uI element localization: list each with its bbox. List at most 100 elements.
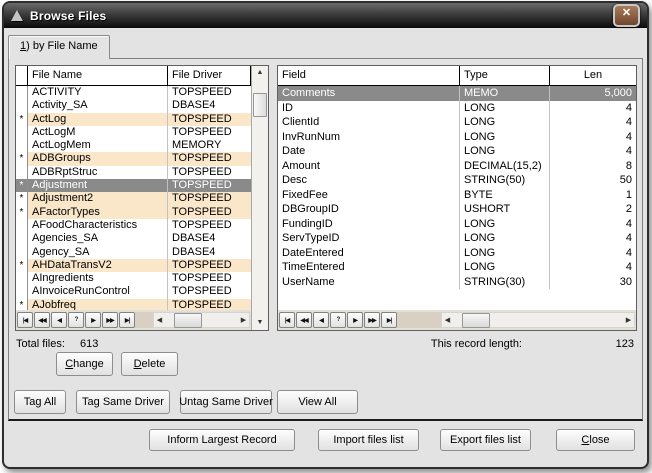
- file-row[interactable]: Agencies_SA DBASE4: [16, 232, 251, 245]
- column-header-field[interactable]: Field: [278, 66, 460, 85]
- vcr-nav-button[interactable]: ?: [68, 312, 84, 328]
- view-all-button[interactable]: View All: [277, 390, 358, 414]
- file-name-cell: AHDataTransV2: [28, 259, 168, 272]
- file-row[interactable]: Agency_SA DBASE4: [16, 246, 251, 259]
- tag-marker: *: [16, 152, 28, 165]
- field-name-cell: FixedFee: [278, 188, 460, 203]
- column-header-type[interactable]: Type: [460, 66, 550, 85]
- field-list-hscrollbar[interactable]: [441, 312, 635, 328]
- vcr-nav-button[interactable]: ▶: [347, 312, 363, 328]
- file-row[interactable]: * Adjustment TOPSPEED: [16, 179, 251, 192]
- field-row[interactable]: TimeEntered LONG 4: [278, 260, 636, 275]
- scroll-up-icon[interactable]: [257, 66, 264, 80]
- tag-same-driver-button[interactable]: Tag Same Driver: [76, 390, 170, 414]
- vcr-nav-button[interactable]: ◀: [313, 312, 329, 328]
- vcr-nav-button[interactable]: ▶▶: [364, 312, 380, 328]
- column-header-tag[interactable]: [16, 66, 28, 85]
- file-row[interactable]: * Adjustment2 TOPSPEED: [16, 192, 251, 205]
- file-row[interactable]: Activity_SA DBASE4: [16, 99, 251, 112]
- field-type-cell: STRING(50): [460, 173, 550, 188]
- file-row[interactable]: * AJobfreq TOPSPEED: [16, 299, 251, 310]
- file-list-vscrollbar[interactable]: [251, 66, 268, 330]
- total-files-value: 613: [80, 338, 98, 350]
- field-list-header: Field Type Len: [278, 66, 636, 86]
- scroll-left-icon[interactable]: [442, 316, 453, 324]
- field-rows: Comments MEMO 5,000 ID LONG 4 ClientId L…: [278, 86, 636, 310]
- tab-by-file-name[interactable]: 1) by File Name: [8, 35, 110, 59]
- file-list-hscrollbar[interactable]: [153, 312, 250, 328]
- field-row[interactable]: Comments MEMO 5,000: [278, 86, 636, 101]
- file-row[interactable]: * ActLog TOPSPEED: [16, 113, 251, 126]
- export-files-list-button[interactable]: Export files list: [440, 429, 531, 451]
- vcr-nav-button[interactable]: ?: [330, 312, 346, 328]
- file-name-cell: AIngredients: [28, 272, 168, 285]
- file-row[interactable]: * AHDataTransV2 TOPSPEED: [16, 259, 251, 272]
- field-len-cell: 4: [550, 246, 636, 261]
- file-row[interactable]: AIngredients TOPSPEED: [16, 272, 251, 285]
- tag-marker: [16, 99, 28, 112]
- field-row[interactable]: FundingID LONG 4: [278, 217, 636, 232]
- vcr-nav-button[interactable]: ▶: [85, 312, 101, 328]
- field-row[interactable]: ServTypeID LONG 4: [278, 231, 636, 246]
- scroll-left-icon[interactable]: [154, 316, 165, 324]
- hscroll-thumb[interactable]: [174, 313, 202, 328]
- hscroll-thumb[interactable]: [462, 313, 490, 328]
- field-type-cell: LONG: [460, 144, 550, 159]
- file-row[interactable]: ACTIVITY TOPSPEED: [16, 86, 251, 99]
- field-row[interactable]: ClientId LONG 4: [278, 115, 636, 130]
- file-name-cell: Adjustment2: [28, 192, 168, 205]
- import-files-list-button[interactable]: Import files list: [318, 429, 419, 451]
- field-row[interactable]: DateEntered LONG 4: [278, 246, 636, 261]
- field-row[interactable]: ID LONG 4: [278, 101, 636, 116]
- column-header-len[interactable]: Len: [550, 66, 636, 85]
- tag-marker: [16, 166, 28, 179]
- file-name-cell: AFoodCharacteristics: [28, 219, 168, 232]
- file-name-cell: ADBRptStruc: [28, 166, 168, 179]
- tag-marker: [16, 272, 28, 285]
- vcr-nav-button[interactable]: ◀: [51, 312, 67, 328]
- vcr-nav-button[interactable]: |◀: [17, 312, 33, 328]
- field-row[interactable]: Amount DECIMAL(15,2) 8: [278, 159, 636, 174]
- field-row[interactable]: FixedFee BYTE 1: [278, 188, 636, 203]
- inform-largest-record-button[interactable]: Inform Largest Record: [149, 429, 295, 451]
- vcr-nav-button[interactable]: ◀◀: [34, 312, 50, 328]
- file-row[interactable]: AInvoiceRunControl TOPSPEED: [16, 285, 251, 298]
- scroll-right-icon[interactable]: [238, 316, 249, 324]
- field-type-cell: LONG: [460, 260, 550, 275]
- file-row[interactable]: * ADBGroups TOPSPEED: [16, 152, 251, 165]
- change-button[interactable]: Change: [56, 352, 113, 376]
- vscroll-thumb[interactable]: [253, 93, 267, 117]
- column-header-file-driver[interactable]: File Driver: [168, 66, 251, 85]
- file-row[interactable]: ActLogM TOPSPEED: [16, 126, 251, 139]
- file-row[interactable]: ADBRptStruc TOPSPEED: [16, 166, 251, 179]
- browse-files-dialog: Browse Files ✕ 1) by File Name File Name…: [2, 1, 649, 469]
- tag-all-button[interactable]: Tag All: [14, 390, 66, 414]
- field-row[interactable]: Desc STRING(50) 50: [278, 173, 636, 188]
- column-header-file-name[interactable]: File Name: [28, 66, 168, 85]
- file-row[interactable]: ActLogMem MEMORY: [16, 139, 251, 152]
- field-len-cell: 50: [550, 173, 636, 188]
- file-row[interactable]: AFoodCharacteristics TOPSPEED: [16, 219, 251, 232]
- vcr-nav-button[interactable]: ◀◀: [296, 312, 312, 328]
- close-dialog-button[interactable]: Close: [556, 429, 635, 451]
- field-row[interactable]: DBGroupID USHORT 2: [278, 202, 636, 217]
- field-name-cell: Date: [278, 144, 460, 159]
- vcr-nav-button[interactable]: ▶|: [119, 312, 135, 328]
- vcr-nav-button[interactable]: |◀: [279, 312, 295, 328]
- file-driver-cell: TOPSPEED: [168, 152, 251, 165]
- scroll-down-icon[interactable]: [257, 316, 264, 330]
- field-len-cell: 5,000: [550, 86, 636, 101]
- field-row[interactable]: Date LONG 4: [278, 144, 636, 159]
- field-row[interactable]: InvRunNum LONG 4: [278, 130, 636, 145]
- file-row[interactable]: * AFactorTypes TOPSPEED: [16, 206, 251, 219]
- vcr-nav-button[interactable]: ▶▶: [102, 312, 118, 328]
- vcr-nav-button[interactable]: ▶|: [381, 312, 397, 328]
- untag-same-driver-button[interactable]: Untag Same Driver: [180, 390, 272, 414]
- delete-button[interactable]: Delete: [121, 352, 178, 376]
- field-type-cell: STRING(30): [460, 275, 550, 290]
- file-driver-cell: TOPSPEED: [168, 219, 251, 232]
- close-button[interactable]: ✕: [613, 4, 640, 27]
- field-row[interactable]: UserName STRING(30) 30: [278, 275, 636, 290]
- scroll-right-icon[interactable]: [623, 316, 634, 324]
- field-name-cell: ServTypeID: [278, 231, 460, 246]
